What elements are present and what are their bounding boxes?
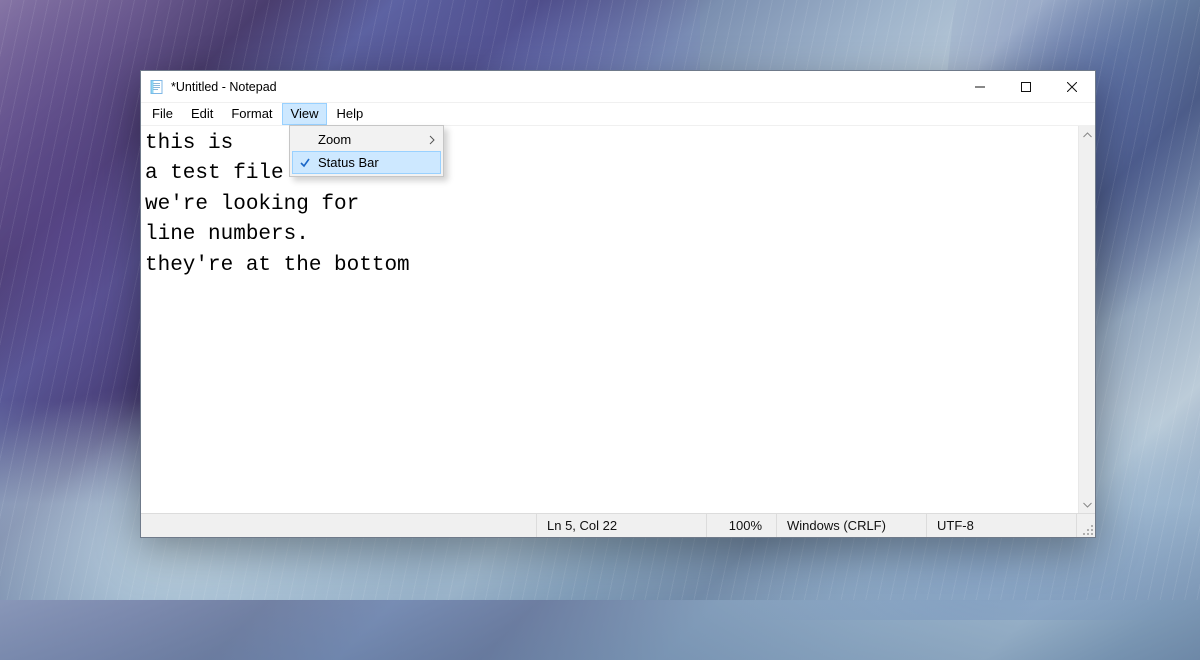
notepad-app-icon bbox=[149, 79, 165, 95]
status-bar-spacer bbox=[141, 514, 537, 537]
text-editor[interactable]: this is a test file we're looking for li… bbox=[141, 126, 1078, 513]
scroll-down-icon[interactable] bbox=[1079, 496, 1095, 513]
window-controls bbox=[957, 71, 1095, 102]
close-button[interactable] bbox=[1049, 71, 1095, 102]
status-line-ending: Windows (CRLF) bbox=[777, 514, 927, 537]
status-zoom-level: 100% bbox=[707, 514, 777, 537]
editor-area: this is a test file we're looking for li… bbox=[141, 125, 1095, 513]
view-menu-status-bar[interactable]: Status Bar bbox=[292, 151, 441, 174]
status-cursor-position: Ln 5, Col 22 bbox=[537, 514, 707, 537]
resize-grip-icon[interactable] bbox=[1077, 514, 1095, 537]
view-dropdown: Zoom Status Bar bbox=[289, 125, 444, 177]
vertical-scrollbar[interactable] bbox=[1078, 126, 1095, 513]
menu-format[interactable]: Format bbox=[222, 103, 281, 125]
menu-view[interactable]: View bbox=[282, 103, 328, 125]
scroll-up-icon[interactable] bbox=[1079, 126, 1095, 143]
checkmark-icon bbox=[292, 157, 318, 169]
status-bar: Ln 5, Col 22 100% Windows (CRLF) UTF-8 bbox=[141, 513, 1095, 537]
menu-help[interactable]: Help bbox=[327, 103, 372, 125]
maximize-button[interactable] bbox=[1003, 71, 1049, 102]
menu-file[interactable]: File bbox=[143, 103, 182, 125]
window-title: *Untitled - Notepad bbox=[171, 80, 277, 94]
title-bar[interactable]: *Untitled - Notepad bbox=[141, 71, 1095, 103]
notepad-window: *Untitled - Notepad File Edit Format Vie… bbox=[140, 70, 1096, 538]
chevron-right-icon bbox=[423, 135, 441, 145]
status-encoding: UTF-8 bbox=[927, 514, 1077, 537]
view-menu-zoom-label: Zoom bbox=[318, 132, 423, 147]
minimize-button[interactable] bbox=[957, 71, 1003, 102]
menu-edit[interactable]: Edit bbox=[182, 103, 222, 125]
menu-bar: File Edit Format View Help Zoom Status B… bbox=[141, 103, 1095, 125]
view-menu-zoom[interactable]: Zoom bbox=[292, 128, 441, 151]
view-menu-status-bar-label: Status Bar bbox=[318, 155, 423, 170]
